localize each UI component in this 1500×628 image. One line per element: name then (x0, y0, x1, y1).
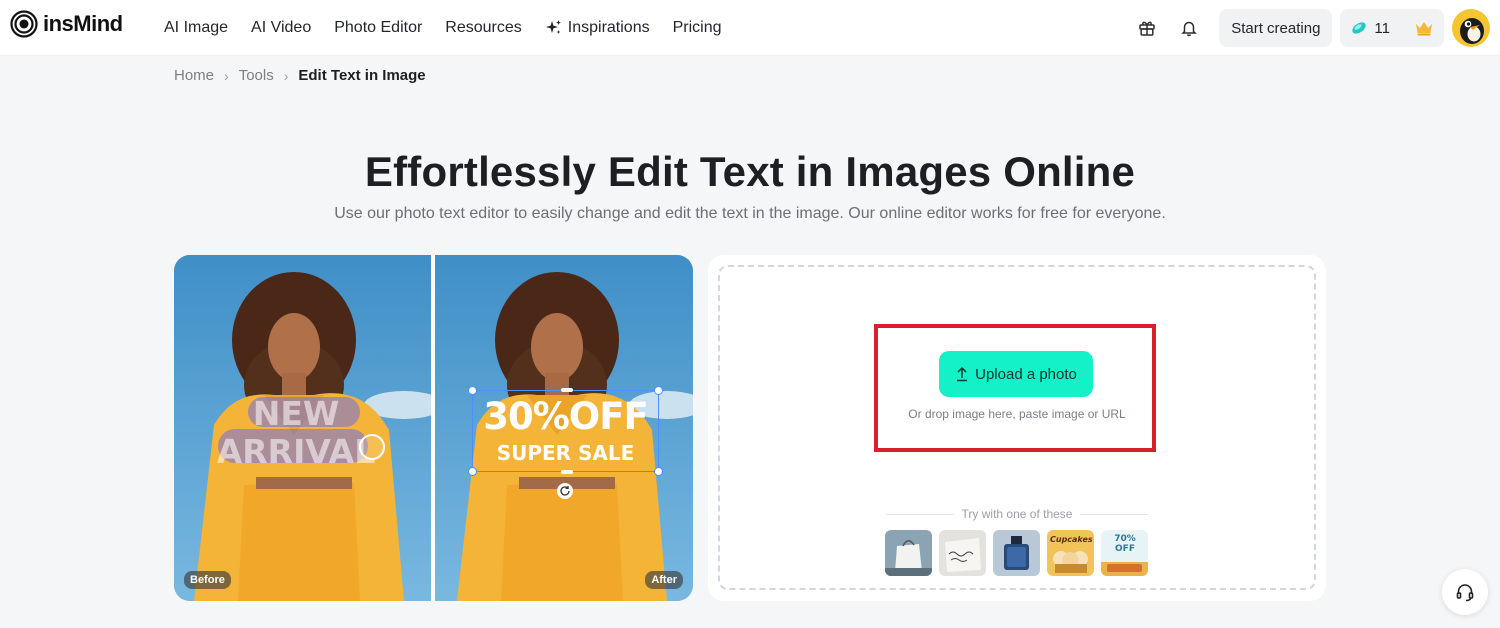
nav-ai-video[interactable]: AI Video (251, 19, 311, 37)
drop-hint-text: Or drop image here, paste image or URL (908, 407, 1126, 421)
before-after-preview: NEW ARRIVAL Before 30%OFF SUPER SALE Aft… (174, 255, 693, 601)
page-title: Effortlessly Edit Text in Images Online (364, 148, 1136, 195)
overlay-line: ARRIVAL (216, 432, 376, 471)
resize-handle[interactable] (654, 467, 663, 476)
divider-line (886, 513, 954, 515)
start-creating-button[interactable]: Start creating (1219, 9, 1333, 47)
crown-icon (1416, 22, 1432, 36)
user-avatar[interactable] (1452, 9, 1490, 47)
upload-photo-button[interactable]: Upload a photo (939, 351, 1093, 397)
sparkle-icon (545, 20, 561, 34)
after-badge: After (645, 571, 683, 589)
divider-line (1080, 513, 1149, 515)
upload-panel: Upload a photo Or drop image here, paste… (708, 255, 1326, 601)
sample-cupcakes[interactable]: Cupcakes (1047, 530, 1094, 576)
nav-label: Resources (445, 19, 522, 36)
sample-images-label: Try with one of these (886, 507, 1149, 521)
brand-logo[interactable]: insMind (10, 10, 123, 38)
support-chat-button[interactable] (1442, 569, 1488, 615)
breadcrumb-tools[interactable]: Tools (239, 67, 274, 84)
page-subtitle: Use our photo text editor to easily chan… (334, 205, 1166, 222)
nav-inspirations[interactable]: Inspirations (545, 19, 650, 37)
sample-sale-poster[interactable]: 70% OFF (1101, 530, 1148, 576)
sample-napkin-script[interactable] (939, 530, 986, 576)
chevron-right-icon: › (224, 67, 229, 84)
nav-label: AI Image (164, 19, 229, 36)
gift-icon[interactable] (1135, 16, 1159, 40)
nav-ai-image[interactable]: AI Image (164, 19, 228, 37)
after-image: 30%OFF SUPER SALE After (435, 255, 693, 601)
original-overlay-text: NEW ARRIVAL (216, 395, 376, 471)
logo-icon (10, 10, 38, 38)
nav-resources[interactable]: Resources (445, 19, 521, 37)
rotate-icon[interactable] (557, 483, 573, 499)
edited-text-line-2: SUPER SALE (496, 441, 635, 465)
nav-label: Photo Editor (334, 19, 423, 36)
edited-text-line-1: 30%OFF (483, 395, 649, 438)
header-actions: Start creating 11 (1135, 0, 1490, 56)
nav-photo-editor[interactable]: Photo Editor (334, 19, 422, 37)
credits-badge[interactable]: 11 (1340, 9, 1444, 47)
chevron-right-icon: › (283, 67, 289, 84)
upload-arrow-icon (957, 366, 968, 382)
breadcrumb-current: Edit Text in Image (298, 67, 426, 84)
resize-handle[interactable] (468, 386, 477, 395)
overlay-line: NEW (252, 394, 340, 433)
brush-cursor-icon (359, 434, 385, 460)
credit-gem-icon (1352, 22, 1367, 34)
sample-shopping-bag[interactable] (885, 530, 932, 576)
nav-label: AI Video (251, 19, 312, 36)
brand-name: insMind (43, 11, 123, 36)
before-badge: Before (184, 571, 231, 589)
top-navigation: insMind AI Image AI Video Photo Editor R… (0, 0, 1500, 56)
upload-button-label: Upload a photo (975, 365, 1077, 383)
try-label: Try with one of these (961, 507, 1073, 521)
nav-label: Inspirations (567, 19, 650, 36)
sample-cupcakes-text: Cupcakes (1050, 535, 1093, 544)
sample-images: Cupcakes 70% OFF (885, 530, 1148, 576)
resize-handle[interactable] (561, 388, 573, 392)
main-menu: AI Image AI Video Photo Editor Resources… (164, 0, 745, 56)
credits-count: 11 (1374, 19, 1390, 37)
sample-perfume-bottle[interactable] (993, 530, 1040, 576)
resize-handle[interactable] (654, 386, 663, 395)
sample-sale-text: 70% OFF (1114, 534, 1136, 554)
breadcrumb: Home › Tools › Edit Text in Image (174, 67, 426, 84)
resize-handle[interactable] (561, 470, 573, 474)
nav-label: Pricing (672, 19, 722, 36)
bell-icon[interactable] (1177, 16, 1201, 40)
nav-pricing[interactable]: Pricing (673, 19, 722, 37)
resize-handle[interactable] (468, 467, 477, 476)
headset-icon (1456, 584, 1474, 602)
breadcrumb-home[interactable]: Home (174, 67, 214, 84)
before-image: NEW ARRIVAL Before (174, 255, 431, 601)
